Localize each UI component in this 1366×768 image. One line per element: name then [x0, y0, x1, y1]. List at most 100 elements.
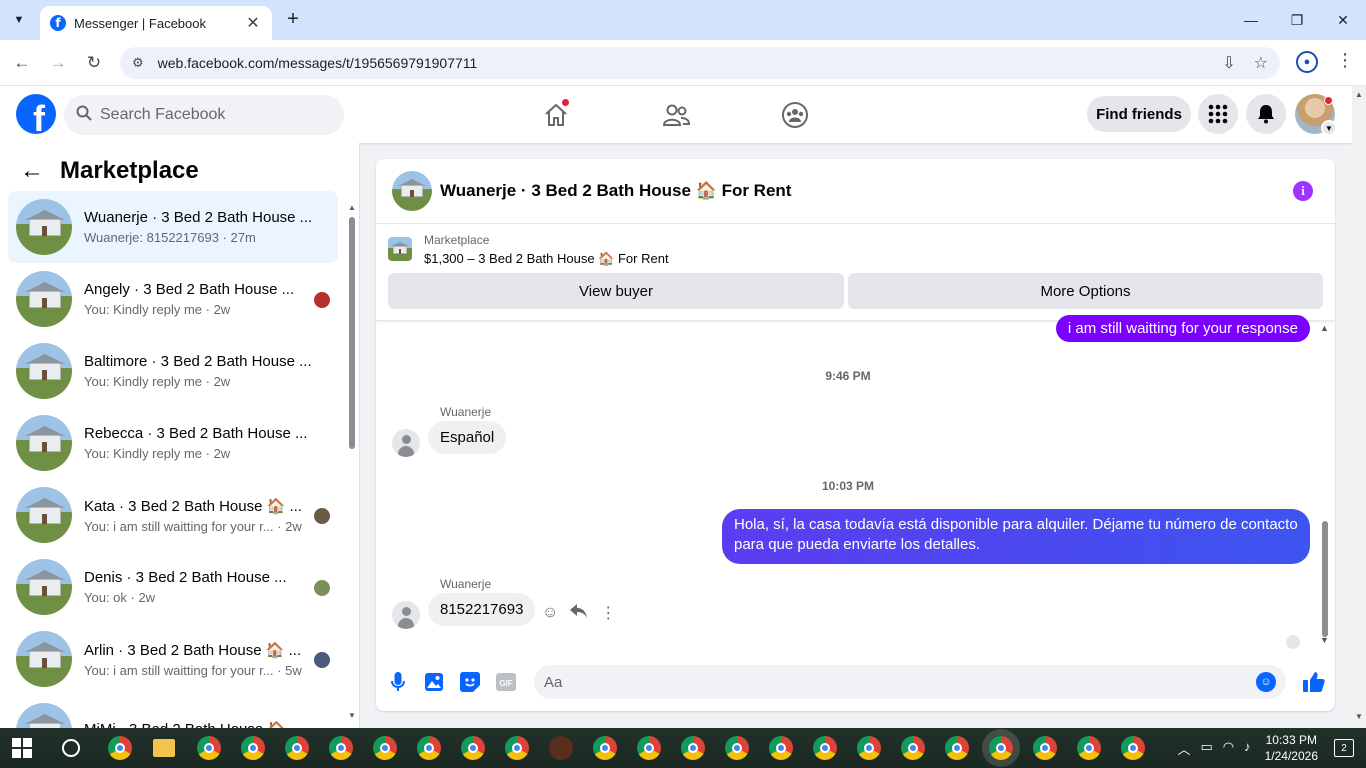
taskbar-search-icon[interactable] — [62, 739, 80, 757]
chrome-icon[interactable] — [197, 736, 221, 760]
groups-icon[interactable] — [780, 100, 810, 130]
minimize-button[interactable]: — — [1228, 0, 1274, 40]
chrome-icon[interactable] — [813, 736, 837, 760]
photo-icon[interactable] — [424, 672, 444, 692]
scrollbar-thumb[interactable] — [1322, 521, 1328, 637]
install-app-icon[interactable]: ⇩ — [1222, 53, 1235, 73]
chrome-icon[interactable] — [1121, 736, 1145, 760]
message-incoming[interactable]: 8152217693 — [428, 593, 536, 626]
message-input[interactable] — [544, 673, 1224, 691]
find-friends-button[interactable]: Find friends — [1087, 96, 1191, 132]
chevron-up-icon[interactable]: ︿ — [1177, 739, 1190, 758]
notification-center-icon[interactable]: 2 — [1334, 739, 1354, 757]
chat-title[interactable]: Wuanerje · 3 Bed 2 Bath House 🏠 For Rent — [440, 181, 791, 201]
emoji-icon[interactable]: ☺ — [1256, 672, 1276, 692]
new-tab-button[interactable]: + — [282, 8, 304, 30]
volume-icon[interactable]: ♪ — [1244, 739, 1251, 758]
scrollbar-thumb[interactable] — [349, 217, 355, 449]
chrome-icon[interactable] — [857, 736, 881, 760]
reply-icon[interactable] — [570, 603, 588, 623]
scroll-down-arrow-icon[interactable]: ▼ — [347, 711, 357, 720]
windows-start-icon[interactable] — [12, 738, 32, 758]
scroll-down-arrow-icon[interactable]: ▼ — [1320, 635, 1329, 645]
file-explorer-icon[interactable] — [153, 739, 175, 757]
tab-close-icon[interactable]: ✕ — [244, 13, 262, 33]
list-item[interactable]: Denis · 3 Bed 2 Bath House ... You: ok · … — [8, 551, 338, 623]
menu-grid-icon[interactable] — [1198, 94, 1238, 134]
home-icon[interactable] — [541, 98, 571, 130]
browser-tab-messenger[interactable]: f Messenger | Facebook ✕ — [40, 6, 272, 40]
facebook-search[interactable] — [64, 95, 344, 135]
bookmark-star-icon[interactable]: ☆ — [1254, 53, 1268, 73]
chrome-icon-active[interactable] — [989, 736, 1013, 760]
react-emoji-icon[interactable]: ☺ — [542, 604, 558, 622]
taskbar-clock[interactable]: 10:33 PM 1/24/2026 — [1265, 732, 1318, 764]
site-info-icon[interactable]: ⚙ — [132, 55, 144, 71]
info-icon[interactable]: i — [1293, 181, 1313, 201]
more-options-icon[interactable]: ⋮ — [600, 603, 616, 623]
list-item[interactable]: Arlin · 3 Bed 2 Bath House 🏠 ... You: i a… — [8, 623, 338, 695]
scroll-up-arrow-icon[interactable]: ▲ — [347, 203, 357, 212]
chrome-icon[interactable] — [505, 736, 529, 760]
list-item[interactable]: MiMi · 3 Bed 2 Bath House 🏠 ... — [8, 695, 338, 728]
scroll-up-arrow-icon[interactable]: ▲ — [1320, 323, 1329, 333]
message-input-field[interactable]: ☺ — [534, 665, 1286, 699]
view-buyer-button[interactable]: View buyer — [388, 273, 844, 309]
url-text[interactable]: web.facebook.com/messages/t/195656979190… — [158, 55, 1223, 71]
chrome-icon[interactable] — [769, 736, 793, 760]
facebook-logo-icon[interactable]: f — [16, 94, 56, 134]
search-input[interactable] — [100, 106, 320, 124]
list-item[interactable]: Baltimore · 3 Bed 2 Bath House ... You: K… — [8, 335, 338, 407]
microphone-icon[interactable] — [388, 672, 408, 692]
listing-title[interactable]: $1,300 – 3 Bed 2 Bath House 🏠 For Rent — [424, 251, 669, 267]
app-w-icon[interactable] — [549, 736, 573, 760]
chrome-icon[interactable] — [373, 736, 397, 760]
chrome-icon[interactable] — [417, 736, 441, 760]
chrome-icon[interactable] — [637, 736, 661, 760]
list-item[interactable]: Rebecca · 3 Bed 2 Bath House ... You: Kin… — [8, 407, 338, 479]
chrome-icon[interactable] — [593, 736, 617, 760]
more-options-button[interactable]: More Options — [848, 273, 1323, 309]
battery-icon[interactable]: ▭ — [1200, 739, 1212, 758]
back-arrow-icon[interactable]: ← — [9, 50, 35, 76]
chrome-icon[interactable] — [725, 736, 749, 760]
chrome-icon[interactable] — [945, 736, 969, 760]
restore-button[interactable]: ❐ — [1274, 0, 1320, 40]
chrome-icon[interactable] — [241, 736, 265, 760]
sticker-icon[interactable] — [460, 672, 480, 692]
browser-menu-icon[interactable]: ⋮ — [1336, 50, 1354, 71]
wifi-icon[interactable]: ◠ — [1223, 739, 1234, 758]
chrome-icon[interactable] — [1033, 736, 1057, 760]
chrome-icon[interactable] — [1077, 736, 1101, 760]
gif-icon[interactable]: GIF — [496, 672, 516, 692]
message-incoming[interactable]: Español — [428, 421, 507, 454]
list-item[interactable]: Kata · 3 Bed 2 Bath House 🏠 ... You: i am… — [8, 479, 338, 551]
address-bar[interactable]: ⚙ web.facebook.com/messages/t/1956569791… — [120, 47, 1280, 79]
list-item[interactable]: Wuanerje · 3 Bed 2 Bath House ... Wuanerj… — [8, 191, 338, 263]
chrome-icon[interactable] — [461, 736, 485, 760]
scroll-down-arrow-icon[interactable]: ▼ — [1355, 712, 1363, 721]
chrome-icon[interactable] — [901, 736, 925, 760]
list-item[interactable]: Angely · 3 Bed 2 Bath House ... You: Kind… — [8, 263, 338, 335]
avatar[interactable] — [392, 429, 420, 457]
chrome-icon[interactable] — [329, 736, 353, 760]
reload-icon[interactable]: ↻ — [81, 50, 107, 76]
chrome-icon[interactable] — [108, 736, 132, 760]
notifications-bell-icon[interactable] — [1246, 94, 1286, 134]
tab-search-chevron-icon[interactable]: ▼ — [6, 7, 32, 33]
chrome-icon[interactable] — [681, 736, 705, 760]
message-outgoing[interactable]: i am still waitting for your response — [1055, 315, 1310, 342]
listing-thumbnail[interactable] — [392, 171, 432, 211]
back-arrow-icon[interactable]: ← — [20, 157, 44, 185]
friends-icon[interactable] — [661, 100, 691, 130]
close-window-button[interactable]: ✕ — [1320, 0, 1366, 40]
forward-arrow-icon[interactable]: → — [45, 50, 71, 76]
like-thumb-icon[interactable] — [1302, 670, 1326, 694]
page-scrollbar[interactable]: ▲ ▼ — [1352, 86, 1366, 728]
account-chevron-down-icon[interactable]: ▼ — [1321, 120, 1337, 136]
message-outgoing[interactable]: Hola, sí, la casa todavía está disponibl… — [722, 509, 1310, 564]
chrome-icon[interactable] — [285, 736, 309, 760]
scroll-up-arrow-icon[interactable]: ▲ — [1355, 90, 1363, 99]
conversation-scrollbar[interactable]: ▲ ▼ — [347, 203, 357, 723]
avatar[interactable] — [392, 601, 420, 629]
